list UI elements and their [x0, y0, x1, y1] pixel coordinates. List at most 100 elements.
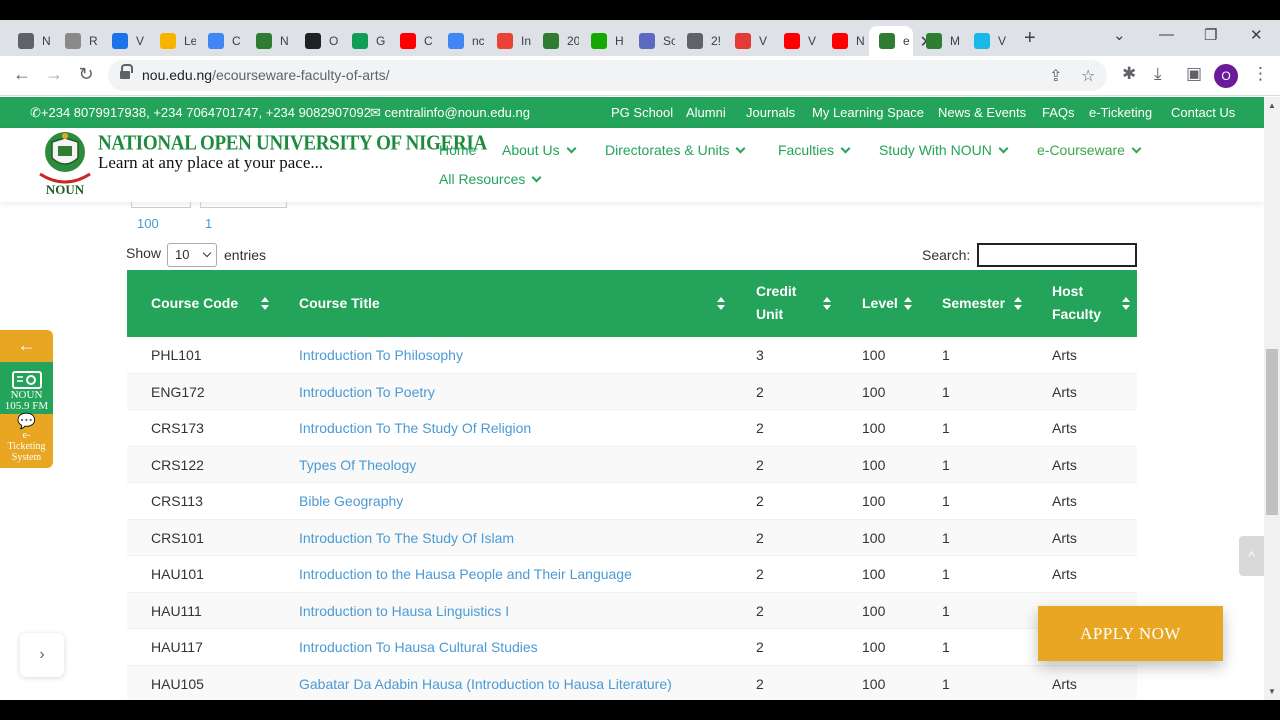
- nav-about-us[interactable]: About Us: [502, 142, 577, 158]
- reload-icon[interactable]: ↻: [74, 64, 98, 85]
- link-pg-school[interactable]: PG School: [611, 105, 673, 120]
- restore-icon[interactable]: ❐: [1204, 26, 1217, 44]
- course-title-link[interactable]: Bible Geography: [299, 493, 403, 509]
- next-arrow-button[interactable]: ›: [20, 633, 64, 677]
- nav-faculties[interactable]: Faculties: [778, 142, 851, 158]
- tab-title: C: [424, 34, 433, 48]
- browser-tab[interactable]: N: [8, 26, 55, 56]
- link-news-events[interactable]: News & Events: [938, 105, 1026, 120]
- browser-tab[interactable]: e✕: [869, 26, 933, 56]
- lock-icon[interactable]: [120, 64, 133, 80]
- browser-tab[interactable]: O: [295, 26, 342, 56]
- chevron-down-icon: [840, 143, 851, 154]
- browser-tab[interactable]: M: [916, 26, 963, 56]
- url-text[interactable]: nou.edu.ng/ecourseware-faculty-of-arts/: [142, 67, 389, 83]
- apply-now-button[interactable]: APPLY NOW: [1038, 606, 1223, 661]
- entries-per-page-select[interactable]: 10: [167, 243, 217, 267]
- tab-search-icon[interactable]: ⌄: [1113, 26, 1126, 44]
- browser-tab[interactable]: C: [390, 26, 437, 56]
- nav-all-resources[interactable]: All Resources: [439, 171, 542, 187]
- profile-avatar[interactable]: O: [1214, 64, 1238, 88]
- back-icon[interactable]: ←: [10, 64, 34, 85]
- browser-tab[interactable]: H: [581, 26, 628, 56]
- radio-widget[interactable]: NOUN 105.9 FM: [0, 362, 53, 414]
- browser-tab[interactable]: nc: [438, 26, 485, 56]
- close-window-icon[interactable]: ✕: [1250, 26, 1263, 44]
- course-title-link[interactable]: Introduction To Hausa Cultural Studies: [299, 639, 538, 655]
- contact-email[interactable]: ✉ centralinfo@noun.edu.ng: [370, 105, 530, 121]
- address-bar[interactable]: nou.edu.ng/ecourseware-faculty-of-arts/ …: [108, 60, 1107, 91]
- browser-tab[interactable]: Le: [150, 26, 197, 56]
- browser-tab[interactable]: V: [964, 26, 1011, 56]
- course-title-link[interactable]: Introduction To Philosophy: [299, 347, 463, 363]
- sort-icon[interactable]: [1122, 297, 1130, 311]
- download-icon[interactable]: ⤓: [1154, 64, 1162, 84]
- link-journals[interactable]: Journals: [746, 105, 795, 120]
- nav-e-courseware[interactable]: e-Courseware: [1037, 142, 1142, 158]
- bookmark-star-icon[interactable]: ☆: [1081, 66, 1095, 86]
- course-title-link[interactable]: Introduction To The Study Of Islam: [299, 530, 514, 546]
- kebab-menu-icon[interactable]: ⋮: [1252, 64, 1269, 84]
- search-input[interactable]: [977, 243, 1137, 267]
- browser-tab[interactable]: N: [822, 26, 869, 56]
- browser-tab[interactable]: C: [198, 26, 245, 56]
- course-title-link[interactable]: Introduction To Poetry: [299, 384, 435, 400]
- col-credit-unit[interactable]: Credit Unit: [756, 280, 816, 326]
- semester-filter[interactable]: [200, 202, 287, 208]
- university-crest-icon[interactable]: NOUN: [36, 130, 94, 198]
- browser-tab[interactable]: R: [55, 26, 102, 56]
- side-panel-icon[interactable]: ▣: [1186, 64, 1202, 84]
- search-label: Search:: [922, 247, 971, 263]
- nav-home[interactable]: Home: [439, 142, 476, 158]
- browser-tab[interactable]: In: [487, 26, 534, 56]
- sort-icon[interactable]: [261, 297, 269, 311]
- side-back-arrow-icon[interactable]: ←: [0, 330, 53, 362]
- page-scrollbar[interactable]: ▲ ▼: [1264, 97, 1280, 700]
- link-alumni[interactable]: Alumni: [686, 105, 726, 120]
- scroll-up-icon[interactable]: ▲: [1268, 101, 1276, 110]
- browser-tab[interactable]: N: [246, 26, 293, 56]
- scrollbar-thumb[interactable]: [1266, 349, 1278, 515]
- sort-icon[interactable]: [717, 297, 725, 311]
- course-title-link[interactable]: Introduction to the Hausa People and The…: [299, 566, 632, 582]
- course-title-link[interactable]: Types Of Theology: [299, 457, 416, 473]
- link-faqs[interactable]: FAQs: [1042, 105, 1075, 120]
- course-title-link[interactable]: Introduction to Hausa Linguistics I: [299, 603, 509, 619]
- minimize-icon[interactable]: —: [1159, 26, 1174, 43]
- col-semester[interactable]: Semester: [942, 292, 1005, 315]
- browser-tab[interactable]: Sc: [629, 26, 676, 56]
- link-learning-space[interactable]: My Learning Space: [812, 105, 924, 120]
- browser-tab[interactable]: V: [102, 26, 149, 56]
- browser-tab[interactable]: V: [774, 26, 821, 56]
- col-host-faculty[interactable]: Host Faculty: [1052, 280, 1112, 326]
- link-contact-us[interactable]: Contact Us: [1171, 105, 1235, 120]
- level-filter[interactable]: [131, 202, 191, 208]
- new-tab-button[interactable]: +: [1024, 27, 1036, 50]
- extensions-icon[interactable]: ✱: [1122, 64, 1136, 84]
- table-body: PHL101 Introduction To Philosophy 3 100 1 Art…: [127, 337, 1137, 700]
- tab-favicon-icon: [65, 33, 81, 49]
- cell-semester: 1: [942, 383, 950, 400]
- browser-tab[interactable]: 2!: [677, 26, 724, 56]
- col-course-title[interactable]: Course Title: [299, 292, 380, 315]
- sort-icon[interactable]: [1014, 297, 1022, 311]
- scroll-to-top-icon[interactable]: ^: [1239, 536, 1264, 576]
- scroll-down-icon[interactable]: ▼: [1268, 687, 1276, 696]
- sort-icon[interactable]: [904, 297, 912, 311]
- share-icon[interactable]: ⇪: [1049, 66, 1062, 86]
- ticketing-widget[interactable]: 💬 e-Ticketing System: [0, 414, 53, 468]
- dropdown-arrow-icon: [202, 248, 212, 258]
- table-row: CRS101 Introduction To The Study Of Islam…: [127, 519, 1137, 556]
- col-level[interactable]: Level: [862, 292, 898, 315]
- sort-icon[interactable]: [823, 297, 831, 311]
- browser-tab[interactable]: V: [725, 26, 772, 56]
- nav-study-with-noun[interactable]: Study With NOUN: [879, 142, 1009, 158]
- course-title-link[interactable]: Gabatar Da Adabin Hausa (Introduction to…: [299, 676, 672, 692]
- browser-tab[interactable]: G: [342, 26, 389, 56]
- course-title-link[interactable]: Introduction To The Study Of Religion: [299, 420, 531, 436]
- link-e-ticketing[interactable]: e-Ticketing: [1089, 105, 1152, 120]
- col-course-code[interactable]: Course Code: [151, 292, 238, 315]
- nav-directorates[interactable]: Directorates & Units: [605, 142, 746, 158]
- browser-tab[interactable]: 20: [533, 26, 580, 56]
- forward-icon[interactable]: →: [42, 64, 66, 85]
